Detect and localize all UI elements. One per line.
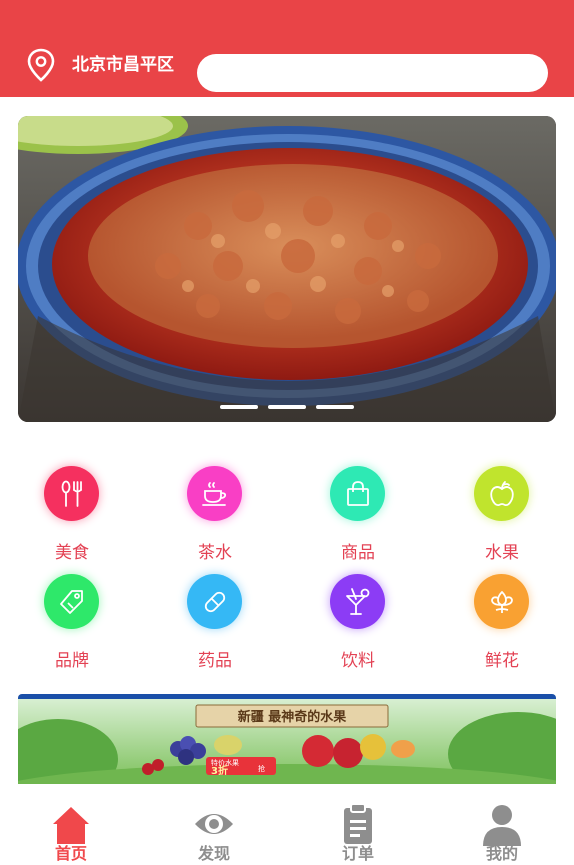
- category-label: 茶水: [198, 543, 232, 563]
- banner-carousel[interactable]: [18, 116, 556, 422]
- category-label: 商品: [341, 543, 375, 563]
- bottom-tab-bar: 首页 发现 订单 我的: [0, 784, 574, 863]
- promo-tag-suffix: 抢: [258, 764, 265, 773]
- tab-label: 首页: [54, 844, 87, 863]
- category-medicine[interactable]: 药品: [165, 574, 265, 684]
- tea-cup-icon: [187, 466, 242, 521]
- fruit-promo-image: 新疆 最神奇的水果 特价水果 3折 抢: [18, 699, 556, 784]
- category-label: 鲜花: [485, 651, 519, 671]
- tab-orders[interactable]: 订单: [303, 784, 413, 863]
- category-flowers[interactable]: 鲜花: [452, 574, 552, 684]
- category-tea[interactable]: 茶水: [165, 466, 265, 576]
- tag-icon: [44, 574, 99, 629]
- tab-discover[interactable]: 发现: [159, 784, 269, 863]
- category-goods[interactable]: 商品: [308, 466, 408, 576]
- app-header: 北京市昌平区: [0, 0, 574, 97]
- category-fruit[interactable]: 水果: [452, 466, 552, 576]
- carousel-dot[interactable]: [268, 405, 306, 409]
- apple-icon: [474, 466, 529, 521]
- category-label: 药品: [198, 651, 232, 671]
- pill-icon: [187, 574, 242, 629]
- promo-title: 新疆 最神奇的水果: [238, 709, 347, 725]
- location-label[interactable]: 北京市昌平区: [72, 53, 174, 77]
- category-drinks[interactable]: 饮料: [308, 574, 408, 684]
- category-brand[interactable]: 品牌: [22, 574, 122, 684]
- tab-home[interactable]: 首页: [16, 784, 126, 863]
- tab-label: 发现: [197, 844, 230, 863]
- category-label: 品牌: [55, 651, 89, 671]
- promo-banner[interactable]: 新疆 最神奇的水果 特价水果 3折 抢: [18, 694, 556, 784]
- shopping-bag-icon: [330, 466, 385, 521]
- food-bowl-image: [18, 116, 556, 422]
- home-icon: [53, 807, 89, 844]
- promo-tag: 3折: [211, 764, 228, 777]
- user-icon: [483, 805, 521, 846]
- cocktail-icon: [330, 574, 385, 629]
- category-label: 饮料: [341, 651, 375, 671]
- category-label: 美食: [55, 543, 89, 563]
- carousel-indicators: [18, 405, 556, 409]
- carousel-dot[interactable]: [316, 405, 354, 409]
- carousel-dot[interactable]: [220, 405, 258, 409]
- clipboard-icon: [344, 803, 372, 844]
- location-pin-icon[interactable]: [26, 48, 56, 82]
- tab-mine[interactable]: 我的: [447, 784, 557, 863]
- flower-icon: [474, 574, 529, 629]
- fork-knife-icon: [44, 466, 99, 521]
- category-food[interactable]: 美食: [22, 466, 122, 576]
- search-input[interactable]: [197, 54, 548, 92]
- eye-icon: [195, 814, 233, 834]
- tab-label: 我的: [485, 844, 518, 863]
- category-label: 水果: [485, 543, 519, 563]
- tab-label: 订单: [341, 844, 374, 863]
